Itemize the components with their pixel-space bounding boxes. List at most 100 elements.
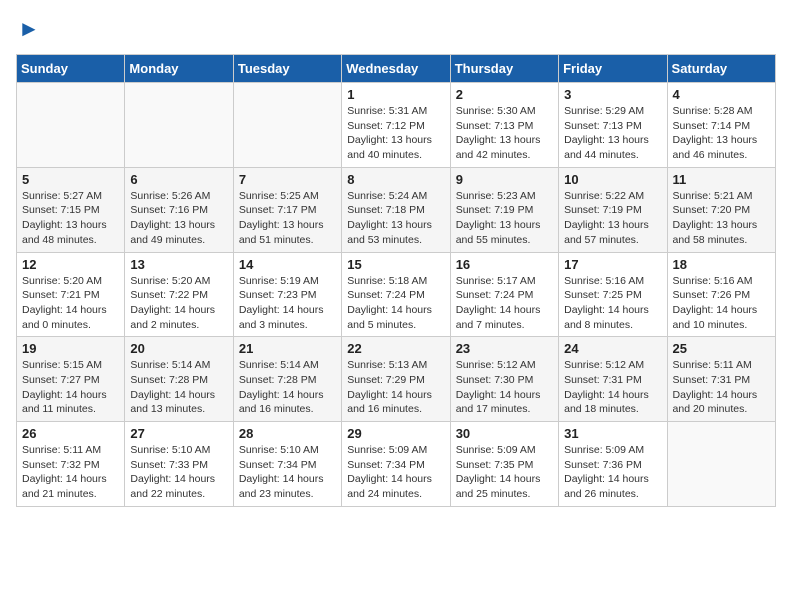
calendar-week-row: 5 Sunrise: 5:27 AM Sunset: 7:15 PM Daylig…	[17, 167, 776, 252]
day-number: 23	[456, 341, 553, 356]
day-number: 1	[347, 87, 444, 102]
day-info: Sunrise: 5:09 AM Sunset: 7:34 PM Dayligh…	[347, 443, 444, 502]
day-info: Sunrise: 5:16 AM Sunset: 7:26 PM Dayligh…	[673, 274, 770, 333]
calendar-cell: 3Sunrise: 5:29 AM Sunset: 7:13 PM Daylig…	[559, 83, 667, 168]
calendar-cell	[667, 422, 775, 507]
calendar-header-row: SundayMondayTuesdayWednesdayThursdayFrid…	[17, 55, 776, 83]
day-number: 10	[564, 172, 661, 187]
calendar-cell: 1 Sunrise: 5:31 AM Sunset: 7:12 PM Daylig…	[342, 83, 450, 168]
day-number: 5	[22, 172, 119, 187]
calendar-cell: 22 Sunrise: 5:13 AM Sunset: 7:29 PM Dayli…	[342, 337, 450, 422]
day-info: Sunrise: 5:10 AM Sunset: 7:33 PM Dayligh…	[130, 443, 227, 502]
calendar-cell: 4Sunrise: 5:28 AM Sunset: 7:14 PM Daylig…	[667, 83, 775, 168]
day-info: Sunrise: 5:22 AM Sunset: 7:19 PM Dayligh…	[564, 189, 661, 248]
weekday-header-friday: Friday	[559, 55, 667, 83]
calendar-week-row: 26 Sunrise: 5:11 AM Sunset: 7:32 PM Dayli…	[17, 422, 776, 507]
day-info: Sunrise: 5:09 AM Sunset: 7:36 PM Dayligh…	[564, 443, 661, 502]
calendar-cell	[17, 83, 125, 168]
day-number: 22	[347, 341, 444, 356]
calendar-cell: 9 Sunrise: 5:23 AM Sunset: 7:19 PM Daylig…	[450, 167, 558, 252]
calendar-cell: 24Sunrise: 5:12 AM Sunset: 7:31 PM Dayli…	[559, 337, 667, 422]
calendar-cell	[125, 83, 233, 168]
calendar-cell: 31 Sunrise: 5:09 AM Sunset: 7:36 PM Dayli…	[559, 422, 667, 507]
calendar-cell: 20 Sunrise: 5:14 AM Sunset: 7:28 PM Dayli…	[125, 337, 233, 422]
day-number: 7	[239, 172, 336, 187]
calendar-week-row: 19Sunrise: 5:15 AM Sunset: 7:27 PM Dayli…	[17, 337, 776, 422]
calendar-week-row: 12 Sunrise: 5:20 AM Sunset: 7:21 PM Dayli…	[17, 252, 776, 337]
calendar-cell: 19Sunrise: 5:15 AM Sunset: 7:27 PM Dayli…	[17, 337, 125, 422]
day-number: 24	[564, 341, 661, 356]
day-info: Sunrise: 5:27 AM Sunset: 7:15 PM Dayligh…	[22, 189, 119, 248]
calendar-week-row: 1 Sunrise: 5:31 AM Sunset: 7:12 PM Daylig…	[17, 83, 776, 168]
day-number: 20	[130, 341, 227, 356]
day-number: 14	[239, 257, 336, 272]
day-number: 16	[456, 257, 553, 272]
day-number: 31	[564, 426, 661, 441]
calendar-cell: 21Sunrise: 5:14 AM Sunset: 7:28 PM Dayli…	[233, 337, 341, 422]
weekday-header-sunday: Sunday	[17, 55, 125, 83]
day-info: Sunrise: 5:15 AM Sunset: 7:27 PM Dayligh…	[22, 358, 119, 417]
day-number: 25	[673, 341, 770, 356]
day-info: Sunrise: 5:13 AM Sunset: 7:29 PM Dayligh…	[347, 358, 444, 417]
calendar-cell: 5 Sunrise: 5:27 AM Sunset: 7:15 PM Daylig…	[17, 167, 125, 252]
calendar-cell: 25 Sunrise: 5:11 AM Sunset: 7:31 PM Dayli…	[667, 337, 775, 422]
calendar-table: SundayMondayTuesdayWednesdayThursdayFrid…	[16, 54, 776, 507]
logo: ►	[16, 16, 42, 42]
day-info: Sunrise: 5:19 AM Sunset: 7:23 PM Dayligh…	[239, 274, 336, 333]
day-info: Sunrise: 5:18 AM Sunset: 7:24 PM Dayligh…	[347, 274, 444, 333]
calendar-cell: 27 Sunrise: 5:10 AM Sunset: 7:33 PM Dayli…	[125, 422, 233, 507]
weekday-header-monday: Monday	[125, 55, 233, 83]
calendar-cell: 30 Sunrise: 5:09 AM Sunset: 7:35 PM Dayli…	[450, 422, 558, 507]
day-number: 17	[564, 257, 661, 272]
day-info: Sunrise: 5:30 AM Sunset: 7:13 PM Dayligh…	[456, 104, 553, 163]
calendar-cell: 14 Sunrise: 5:19 AM Sunset: 7:23 PM Dayli…	[233, 252, 341, 337]
day-info: Sunrise: 5:12 AM Sunset: 7:30 PM Dayligh…	[456, 358, 553, 417]
day-info: Sunrise: 5:11 AM Sunset: 7:31 PM Dayligh…	[673, 358, 770, 417]
day-info: Sunrise: 5:17 AM Sunset: 7:24 PM Dayligh…	[456, 274, 553, 333]
day-number: 28	[239, 426, 336, 441]
day-number: 15	[347, 257, 444, 272]
weekday-header-wednesday: Wednesday	[342, 55, 450, 83]
logo-bird-icon: ►	[18, 16, 40, 42]
day-info: Sunrise: 5:14 AM Sunset: 7:28 PM Dayligh…	[130, 358, 227, 417]
day-number: 29	[347, 426, 444, 441]
day-number: 21	[239, 341, 336, 356]
day-number: 18	[673, 257, 770, 272]
day-number: 11	[673, 172, 770, 187]
calendar-cell	[233, 83, 341, 168]
day-number: 6	[130, 172, 227, 187]
calendar-cell: 10 Sunrise: 5:22 AM Sunset: 7:19 PM Dayli…	[559, 167, 667, 252]
calendar-cell: 13 Sunrise: 5:20 AM Sunset: 7:22 PM Dayli…	[125, 252, 233, 337]
calendar-cell: 26 Sunrise: 5:11 AM Sunset: 7:32 PM Dayli…	[17, 422, 125, 507]
day-info: Sunrise: 5:09 AM Sunset: 7:35 PM Dayligh…	[456, 443, 553, 502]
day-number: 27	[130, 426, 227, 441]
calendar-cell: 23 Sunrise: 5:12 AM Sunset: 7:30 PM Dayli…	[450, 337, 558, 422]
day-info: Sunrise: 5:25 AM Sunset: 7:17 PM Dayligh…	[239, 189, 336, 248]
page-header: ►	[16, 16, 776, 42]
calendar-cell: 6 Sunrise: 5:26 AM Sunset: 7:16 PM Daylig…	[125, 167, 233, 252]
calendar-cell: 7 Sunrise: 5:25 AM Sunset: 7:17 PM Daylig…	[233, 167, 341, 252]
calendar-cell: 28 Sunrise: 5:10 AM Sunset: 7:34 PM Dayli…	[233, 422, 341, 507]
day-info: Sunrise: 5:23 AM Sunset: 7:19 PM Dayligh…	[456, 189, 553, 248]
calendar-cell: 18 Sunrise: 5:16 AM Sunset: 7:26 PM Dayli…	[667, 252, 775, 337]
day-number: 2	[456, 87, 553, 102]
day-number: 3	[564, 87, 661, 102]
day-info: Sunrise: 5:10 AM Sunset: 7:34 PM Dayligh…	[239, 443, 336, 502]
day-info: Sunrise: 5:21 AM Sunset: 7:20 PM Dayligh…	[673, 189, 770, 248]
weekday-header-tuesday: Tuesday	[233, 55, 341, 83]
day-number: 9	[456, 172, 553, 187]
day-number: 12	[22, 257, 119, 272]
day-info: Sunrise: 5:11 AM Sunset: 7:32 PM Dayligh…	[22, 443, 119, 502]
day-number: 8	[347, 172, 444, 187]
calendar-cell: 12 Sunrise: 5:20 AM Sunset: 7:21 PM Dayli…	[17, 252, 125, 337]
day-number: 26	[22, 426, 119, 441]
day-number: 30	[456, 426, 553, 441]
calendar-cell: 11 Sunrise: 5:21 AM Sunset: 7:20 PM Dayli…	[667, 167, 775, 252]
day-info: Sunrise: 5:20 AM Sunset: 7:22 PM Dayligh…	[130, 274, 227, 333]
day-info: Sunrise: 5:31 AM Sunset: 7:12 PM Dayligh…	[347, 104, 444, 163]
day-info: Sunrise: 5:20 AM Sunset: 7:21 PM Dayligh…	[22, 274, 119, 333]
day-info: Sunrise: 5:26 AM Sunset: 7:16 PM Dayligh…	[130, 189, 227, 248]
day-info: Sunrise: 5:28 AM Sunset: 7:14 PM Dayligh…	[673, 104, 770, 163]
calendar-cell: 17Sunrise: 5:16 AM Sunset: 7:25 PM Dayli…	[559, 252, 667, 337]
day-number: 13	[130, 257, 227, 272]
